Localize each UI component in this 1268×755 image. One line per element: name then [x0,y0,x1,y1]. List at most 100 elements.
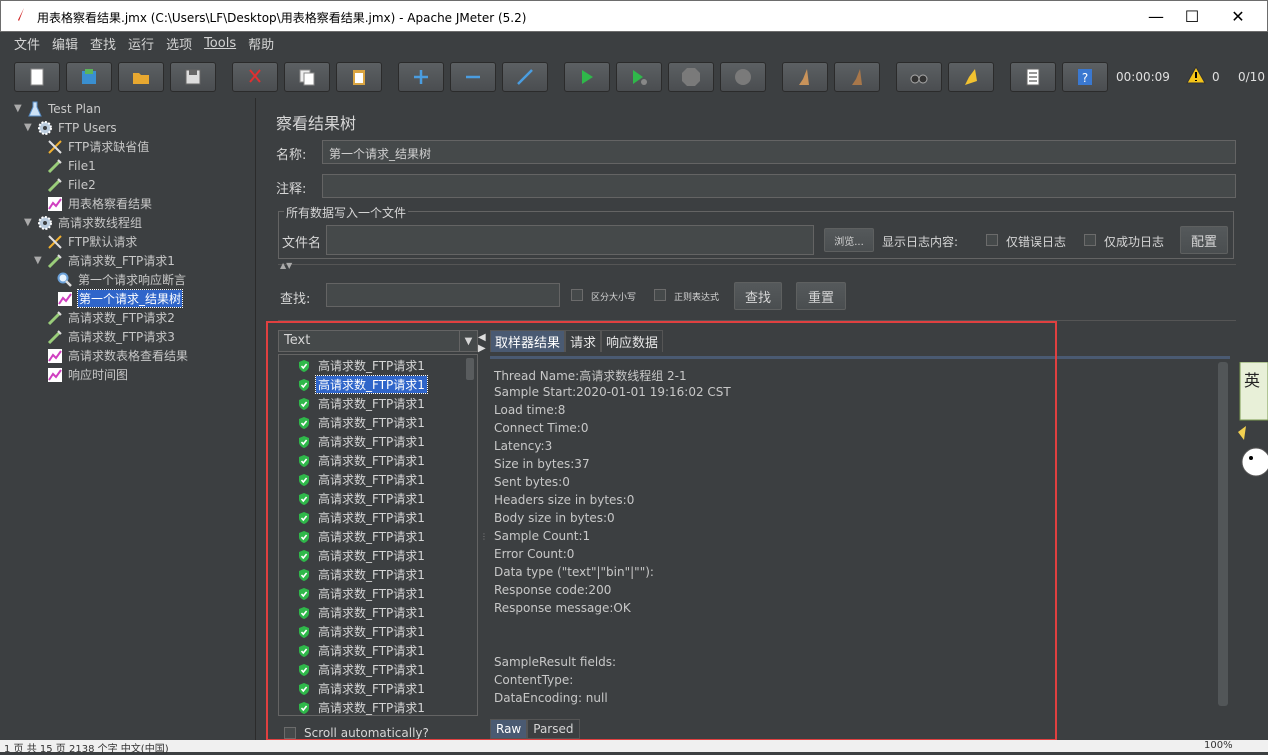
tree-node[interactable]: 响应时间图 [34,365,128,384]
paste-button[interactable] [336,62,382,92]
tree-node-label: 第一个请求_结果树 [76,289,184,308]
name-input[interactable]: 第一个请求_结果树 [322,140,1236,164]
test-plan-tree: ▼ Test Plan ▼ FTP Users FTP请求缺省值 File1 File2 用表… [8,98,256,750]
menu-tools[interactable]: Tools [198,36,242,51]
cut-button[interactable] [232,62,278,92]
toolbar: ? 00:00:09 0 0/10 [8,54,1265,98]
function-helper-button[interactable] [1010,62,1056,92]
expand-toggle-icon[interactable]: ▼ [34,255,46,266]
window-title: 用表格察看结果.jmx (C:\Users\LF\Desktop\用表格察看结果… [37,11,527,25]
expand-toggle-icon[interactable]: ▼ [24,122,36,133]
tree-node[interactable]: 高请求数表格查看结果 [34,346,188,365]
ime-mascot-icon[interactable]: 英 [1238,361,1268,502]
errors-only-checkbox[interactable] [986,234,998,246]
menu-bar: 文件 编辑 查找 运行 选项 Tools 帮助 [8,32,1260,54]
tree-node-label: 高请求数_FTP请求1 [68,254,175,268]
tree-node[interactable]: ▼ 高请求数_FTP请求1 [34,251,175,270]
tree-node[interactable]: File2 [34,175,96,194]
shutdown-button[interactable] [720,62,766,92]
tree-node[interactable]: 第一个请求响应断言 [44,270,186,289]
search-submit-button[interactable]: 查找 [734,282,782,310]
play-no-pause-icon [633,70,647,85]
broom-icon [799,69,809,85]
broom-all-icon [852,69,862,85]
tree-node[interactable]: FTP默认请求 [34,232,137,251]
comment-input[interactable] [322,174,1236,198]
plus-icon [414,70,428,84]
warning-icon[interactable] [1186,66,1206,84]
menu-file[interactable]: 文件 [8,34,46,53]
shutdown-icon [735,69,751,85]
help-icon: ? [1078,69,1092,85]
close-icon[interactable]: ✕ [1215,1,1261,31]
tree-node[interactable]: FTP请求缺省值 [34,137,149,156]
tree-node[interactable]: 高请求数_FTP请求2 [34,308,175,327]
clear-button[interactable] [782,62,828,92]
menu-options[interactable]: 选项 [160,34,198,53]
configure-button[interactable]: 配置 [1180,226,1228,254]
reset-search-button[interactable] [948,62,994,92]
tree-node[interactable]: ▼ Test Plan [14,99,101,118]
menu-edit[interactable]: 编辑 [46,34,84,53]
save-button[interactable] [170,62,216,92]
regex-checkbox[interactable] [654,289,666,301]
case-sensitive-checkbox[interactable] [571,289,583,301]
regex-label: 正则表达式 [674,293,720,303]
tree-node[interactable]: 用表格察看结果 [34,194,152,213]
stop-button[interactable] [668,62,714,92]
binoculars-icon [910,74,928,84]
collapse-button[interactable] [450,62,496,92]
wand-icon [517,69,533,85]
toggle-button[interactable] [502,62,548,92]
start-no-pause-button[interactable] [616,62,662,92]
expand-button[interactable] [398,62,444,92]
expand-toggle-icon[interactable]: ▼ [14,103,26,114]
menu-search[interactable]: 查找 [84,34,122,53]
magnifier-icon [56,272,74,288]
new-button[interactable] [14,62,60,92]
start-button[interactable] [564,62,610,92]
collapse-arrows-icon[interactable]: ▲▼ [280,261,292,270]
filename-label: 文件名 [282,236,322,251]
filename-input[interactable] [326,225,814,255]
copy-button[interactable] [284,62,330,92]
active-threads: 0/10 [1238,70,1265,84]
clear-all-button[interactable] [834,62,880,92]
maximize-icon[interactable]: ☐ [1169,1,1215,31]
open-button[interactable] [118,62,164,92]
tree-node[interactable]: 高请求数_FTP请求3 [34,327,175,346]
case-sensitive-label: 区分大小写 [591,293,637,303]
tree-node[interactable]: ▼ FTP Users [24,118,117,137]
menu-run[interactable]: 运行 [122,34,160,53]
jmeter-feather-icon [18,8,24,21]
templates-icon [82,69,96,84]
tree-node[interactable]: ▼ 高请求数线程组 [24,213,142,232]
flask-icon [26,101,44,117]
new-file-icon [30,68,44,86]
gear-icon [36,120,54,136]
graph-icon [46,196,64,212]
panel-title: 察看结果树 [276,114,357,133]
search-button[interactable] [896,62,942,92]
detail-scrollbar[interactable] [1218,362,1228,706]
menu-help[interactable]: 帮助 [242,34,280,53]
wrench-icon [46,234,64,250]
tree-node[interactable]: 第一个请求_结果树 [44,289,184,308]
browse-button[interactable]: 浏览... [824,228,874,252]
split-divider[interactable] [256,98,264,750]
comment-label: 注释: [276,182,307,197]
success-only-checkbox[interactable] [1084,234,1096,246]
eraser-broom-icon [965,69,977,85]
status-text: 1 页 共 15 页 2138 个字 中文(中国) [4,744,169,755]
folder-icon [133,73,149,84]
tree-node[interactable]: File1 [34,156,96,175]
search-input[interactable] [326,283,560,307]
expand-toggle-icon[interactable]: ▼ [24,217,36,228]
templates-button[interactable] [66,62,112,92]
write-to-file-legend: 所有数据写入一个文件 [284,204,409,221]
reset-search-button[interactable]: 重置 [796,282,846,310]
view-results-tree-panel: 察看结果树 名称: 第一个请求_结果树 注释: 所有数据写入一个文件 文件名 浏… [264,98,1260,750]
help-button[interactable]: ? [1062,62,1108,92]
separator [278,264,1236,265]
elapsed-timer: 00:00:09 [1116,70,1170,84]
